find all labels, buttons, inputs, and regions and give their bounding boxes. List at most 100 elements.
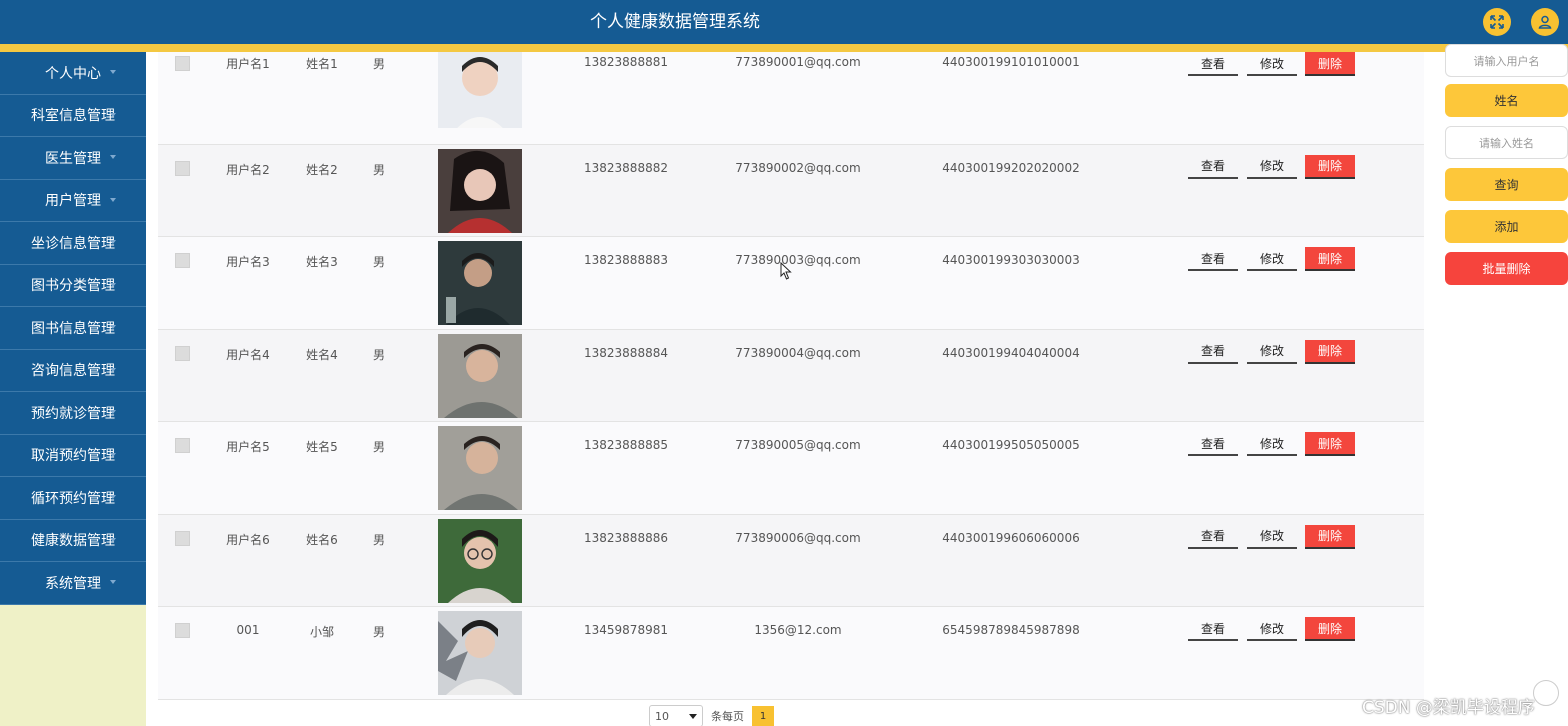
row-checkbox[interactable]: [175, 345, 190, 361]
sidebar-item-appointment[interactable]: 预约就诊管理: [0, 392, 146, 435]
cell-phone: 13823888884: [584, 345, 668, 360]
cell-id-number: 440300199505050005: [942, 438, 1080, 452]
edit-button[interactable]: 修改: [1247, 247, 1297, 271]
user-photo: [438, 611, 522, 695]
cell-username: 001: [236, 623, 260, 637]
sidebar-item-cancel-appointment[interactable]: 取消预约管理: [0, 434, 146, 477]
cell-name: 小邹: [309, 625, 334, 639]
row-checkbox[interactable]: [175, 438, 190, 453]
view-button[interactable]: 查看: [1188, 525, 1238, 549]
sidebar-item-label: 医生管理: [45, 150, 101, 167]
cell-sex: 男: [372, 532, 385, 547]
row-checkbox[interactable]: [175, 623, 190, 638]
current-page-button[interactable]: 1: [752, 706, 774, 726]
caret-down-icon: [110, 537, 116, 542]
cell-email: 773890003@qq.com: [735, 253, 861, 267]
view-button[interactable]: 查看: [1188, 247, 1238, 271]
edit-button[interactable]: 修改: [1247, 617, 1297, 641]
user-photo: [438, 333, 522, 418]
caret-down-icon: [110, 580, 116, 584]
cell-id-number: 440300199303030003: [942, 253, 1080, 267]
watermark: CSDN @梁凯毕设程序: [1362, 698, 1535, 718]
top-header: 个人健康数据管理系统: [0, 0, 1568, 44]
cell-username: 用户名5: [226, 440, 270, 454]
cell-phone: 13823888886: [584, 530, 668, 545]
sidebar-item-label: 系统管理: [45, 575, 101, 592]
page-size-select[interactable]: 10: [649, 705, 703, 726]
cell-username: 用户名2: [226, 162, 270, 177]
sidebar-item-consultation[interactable]: 咨询信息管理: [0, 349, 146, 392]
sidebar-item-label: 取消预约管理: [31, 448, 115, 465]
delete-button[interactable]: 删除: [1305, 432, 1355, 456]
name-search-input[interactable]: 请输入姓名: [1445, 126, 1568, 159]
chevron-down-icon: [689, 713, 697, 719]
sidebar-item-recurring-appointment[interactable]: 循环预约管理: [0, 477, 146, 520]
view-button[interactable]: 查看: [1188, 340, 1238, 364]
edit-button[interactable]: 修改: [1247, 155, 1297, 179]
edit-button[interactable]: 修改: [1247, 52, 1297, 76]
scroll-to-top-button[interactable]: [1533, 680, 1559, 706]
sidebar-item-personal-center[interactable]: 个人中心: [0, 52, 146, 95]
add-button[interactable]: 添加: [1445, 210, 1568, 243]
view-button[interactable]: 查看: [1188, 432, 1238, 456]
row-checkbox[interactable]: [175, 253, 190, 268]
cell-id-number: 440300199101010001: [942, 55, 1080, 69]
delete-button[interactable]: 删除: [1305, 247, 1355, 271]
edit-button[interactable]: 修改: [1247, 432, 1297, 456]
sidebar-item-book-category[interactable]: 图书分类管理: [0, 264, 146, 307]
cell-id-number: 440300199202020002: [942, 160, 1080, 175]
sidebar: 个人中心 科室信息管理 医生管理 用户管理 坐诊信息管理 图书分类管理 图书信息…: [0, 52, 146, 726]
user-photo: [438, 52, 522, 128]
username-search-input[interactable]: 请输入用户名: [1445, 44, 1568, 77]
name-filter-button[interactable]: 姓名: [1445, 84, 1568, 117]
cell-name: 姓名2: [306, 162, 338, 177]
caret-down-icon: [110, 197, 116, 202]
row-checkbox[interactable]: [175, 160, 190, 176]
sidebar-item-label: 健康数据管理: [31, 533, 115, 550]
sidebar-item-department[interactable]: 科室信息管理: [0, 94, 146, 137]
sidebar-item-system[interactable]: 系统管理: [0, 562, 146, 605]
sidebar-item-label: 用户管理: [45, 193, 101, 210]
sidebar-item-doctor[interactable]: 医生管理: [0, 137, 146, 180]
sidebar-item-book-info[interactable]: 图书信息管理: [0, 307, 146, 350]
batch-delete-button[interactable]: 批量删除: [1445, 252, 1568, 285]
delete-button[interactable]: 删除: [1305, 524, 1355, 549]
sidebar-item-label: 个人中心: [45, 65, 101, 82]
delete-button[interactable]: 删除: [1305, 154, 1355, 179]
row-checkbox[interactable]: [175, 56, 190, 71]
table-row: 用户名2 姓名2 男 13823888882 773890002@qq.com …: [158, 144, 1424, 237]
sidebar-item-user[interactable]: 用户管理: [0, 179, 146, 222]
cell-email: 773890006@qq.com: [735, 530, 861, 545]
user-profile-button[interactable]: [1531, 8, 1559, 36]
cell-sex: 男: [372, 57, 385, 71]
cell-email: 773890001@qq.com: [735, 55, 861, 69]
edit-button[interactable]: 修改: [1247, 340, 1297, 364]
delete-button[interactable]: 删除: [1305, 339, 1355, 364]
cell-phone: 13823888881: [584, 55, 668, 69]
edit-button[interactable]: 修改: [1247, 525, 1297, 549]
sidebar-item-health-data[interactable]: 健康数据管理: [0, 519, 146, 562]
table-row: 用户名3 姓名3 男 13823888883 773890003@qq.com …: [158, 237, 1424, 330]
caret-down-icon: [110, 70, 116, 74]
query-button[interactable]: 查询: [1445, 168, 1568, 201]
row-checkbox[interactable]: [175, 530, 190, 546]
fullscreen-button[interactable]: [1483, 8, 1511, 36]
view-button[interactable]: 查看: [1188, 52, 1238, 76]
cell-name: 姓名4: [306, 347, 338, 362]
view-button[interactable]: 查看: [1188, 617, 1238, 641]
cell-id-number: 440300199606060006: [942, 530, 1080, 545]
cell-phone: 13823888883: [584, 253, 668, 267]
cell-username: 用户名6: [226, 532, 270, 547]
view-button[interactable]: 查看: [1188, 155, 1238, 179]
delete-button[interactable]: 删除: [1305, 52, 1355, 76]
cell-id-number: 440300199404040004: [942, 345, 1080, 360]
app-title: 个人健康数据管理系统: [590, 12, 760, 32]
sidebar-item-clinic-schedule[interactable]: 坐诊信息管理: [0, 222, 146, 265]
cell-sex: 男: [372, 347, 385, 362]
sidebar-item-label: 坐诊信息管理: [31, 235, 115, 252]
delete-button[interactable]: 删除: [1305, 617, 1355, 641]
cell-name: 姓名6: [306, 532, 338, 547]
cell-phone: 13823888885: [584, 438, 668, 452]
user-table: 用户名1 姓名1 男 13823888881 773890001@qq.com …: [158, 52, 1424, 700]
caret-down-icon: [110, 410, 116, 414]
